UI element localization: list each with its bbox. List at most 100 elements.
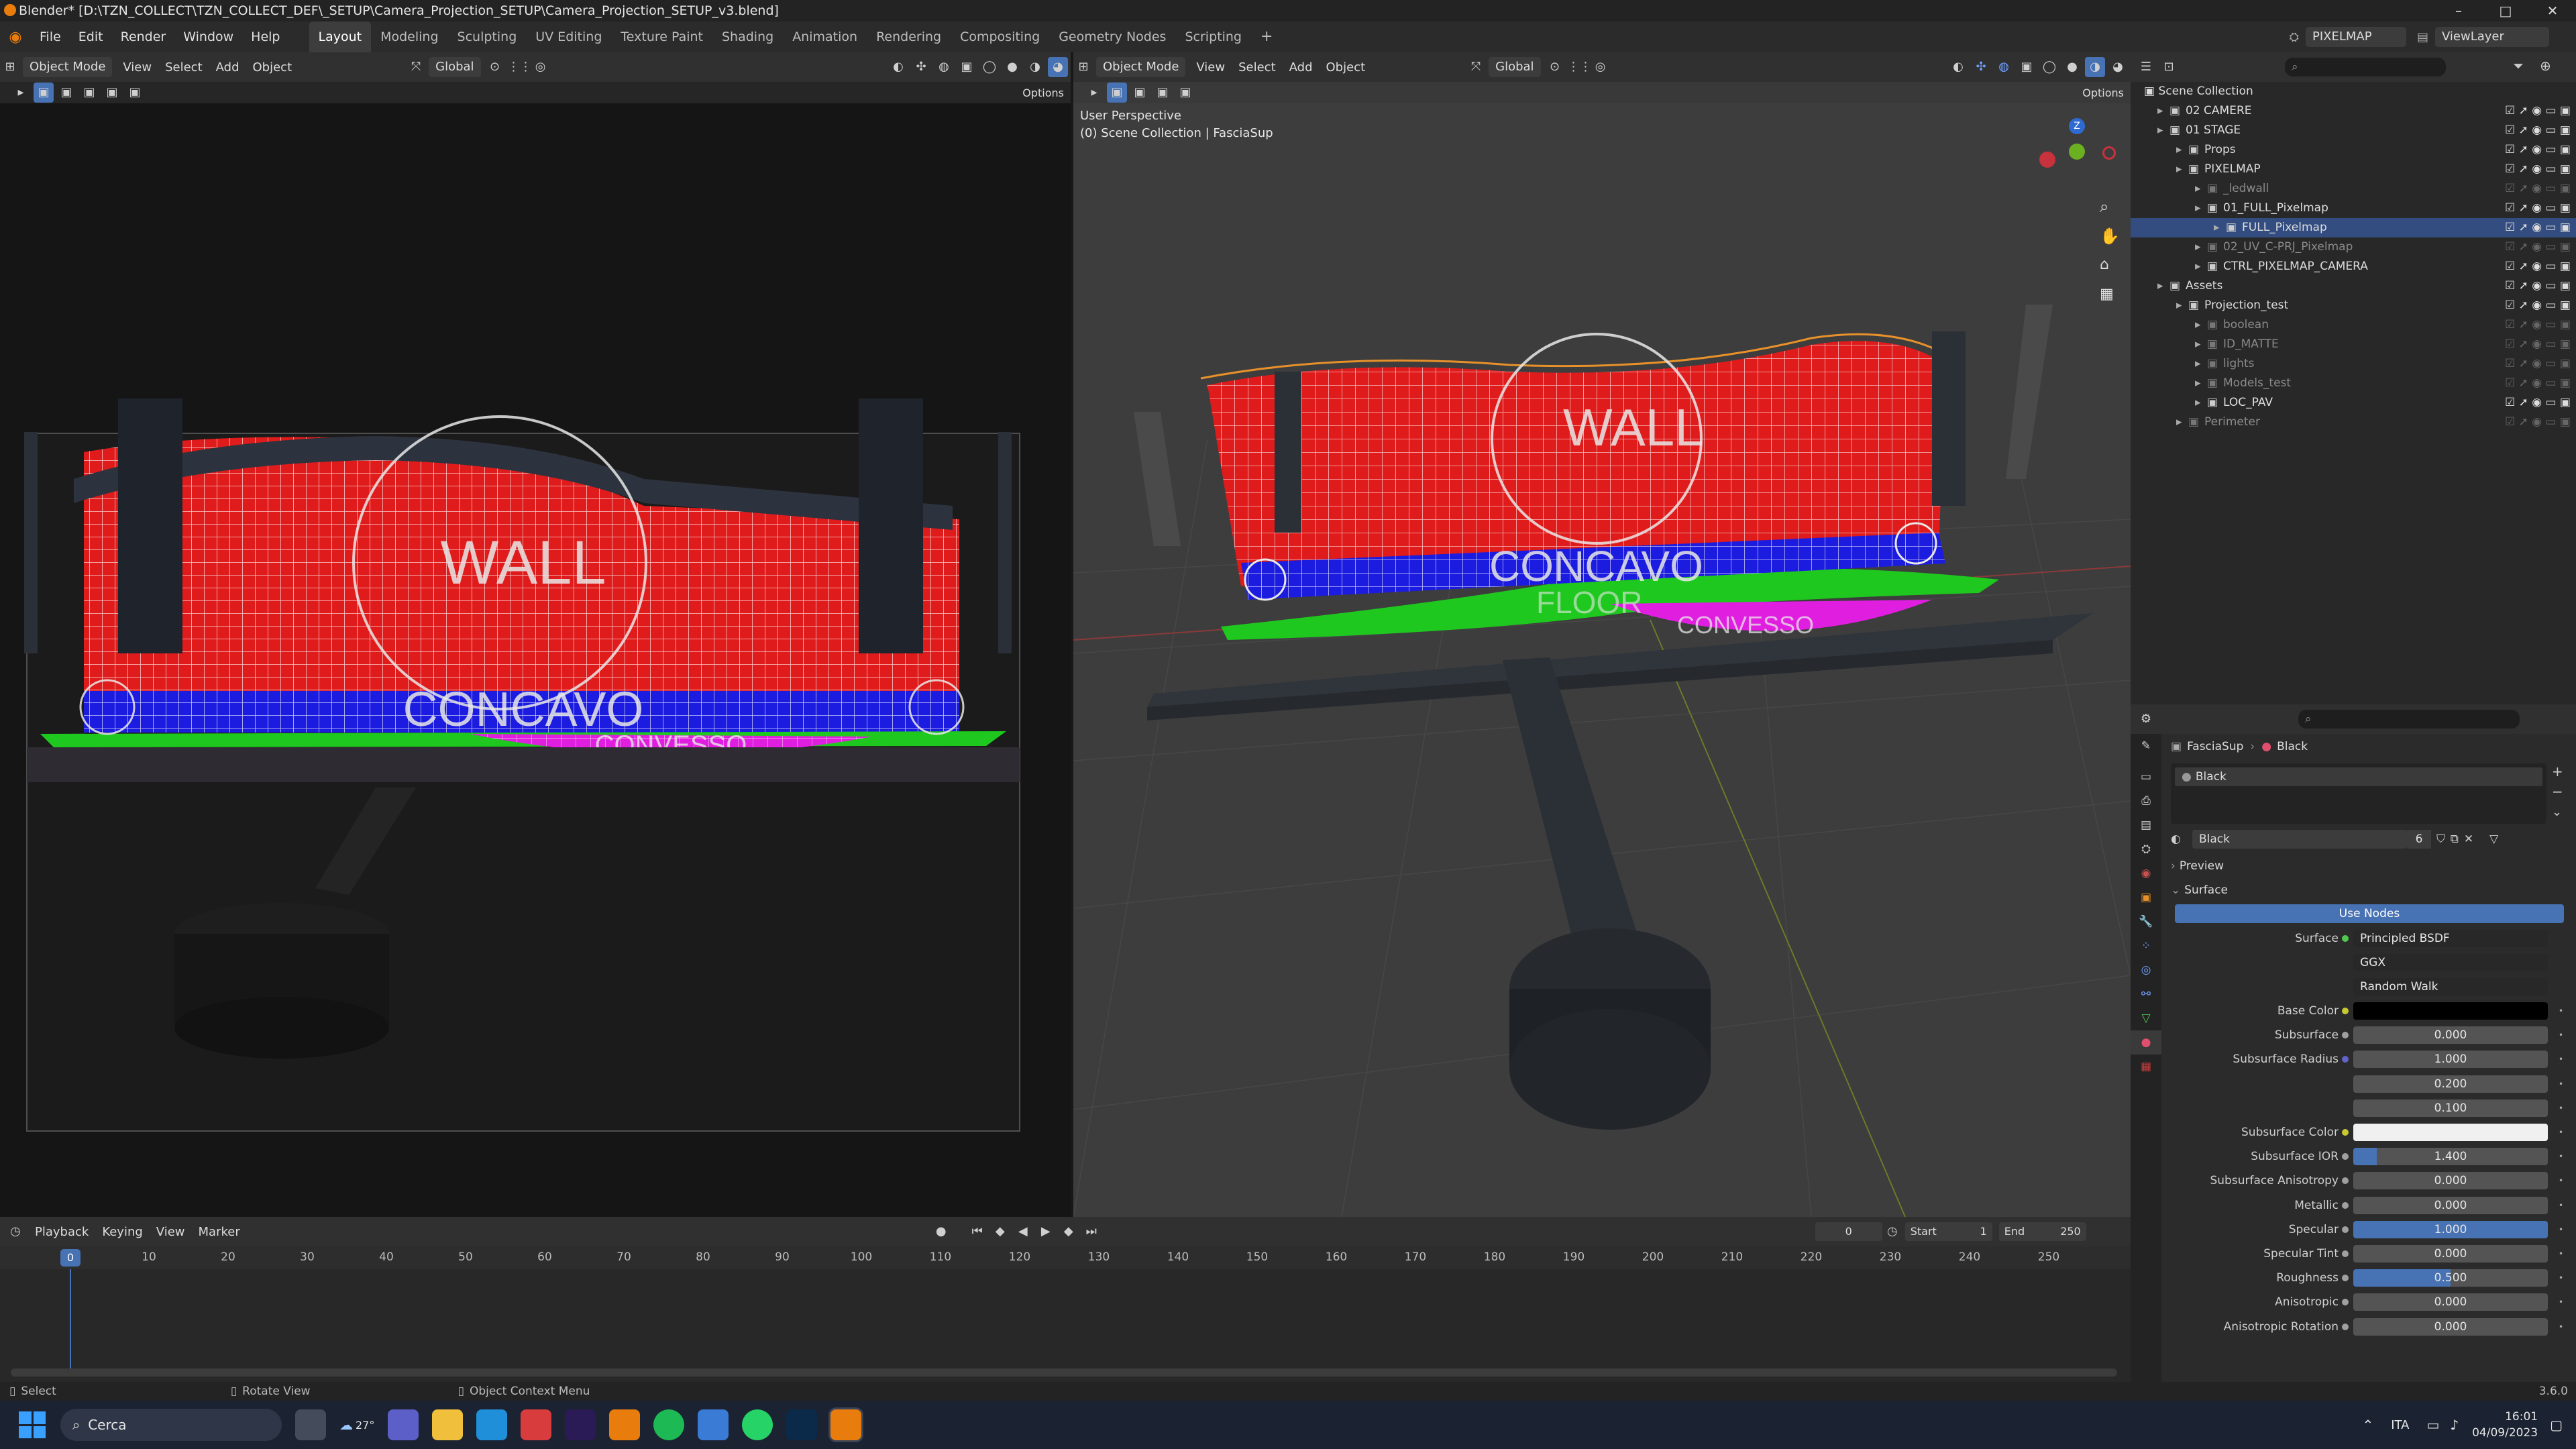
outliner-row[interactable]: ▸ ▣ 02_UV_C-PRJ_Pixelmap ☑ ➚ ◉ ▭ ▣ bbox=[2131, 237, 2576, 257]
editor-type-icon[interactable]: ⊞ bbox=[0, 57, 20, 77]
keyframe-dot-icon[interactable]: • bbox=[2559, 1176, 2563, 1185]
gizmo-icon[interactable]: ✣ bbox=[911, 57, 931, 77]
physics-tab-icon[interactable]: ◎ bbox=[2131, 958, 2161, 982]
scene-icon[interactable]: ⛭ bbox=[2283, 30, 2306, 44]
left-options-button[interactable]: Options bbox=[1016, 87, 1071, 99]
workspace-tab-animation[interactable]: Animation bbox=[783, 21, 867, 52]
view-layer-icon[interactable]: ▤ bbox=[2410, 30, 2435, 44]
param-field[interactable]: 0.000 bbox=[2353, 1293, 2548, 1311]
menu-render[interactable]: Render bbox=[112, 21, 175, 52]
param-field[interactable] bbox=[2353, 1002, 2548, 1020]
timeline-menu-keying[interactable]: Keying bbox=[95, 1225, 149, 1239]
after-effects-icon[interactable] bbox=[565, 1409, 596, 1440]
select-subtract-icon[interactable]: ▣ bbox=[79, 83, 99, 103]
visibility-toggles[interactable]: ☑ ➚ ◉ ▭ ▣ bbox=[2463, 101, 2571, 121]
keyframe-dot-icon[interactable]: • bbox=[2559, 1273, 2563, 1283]
display-mode-icon[interactable]: ⊡ bbox=[2159, 57, 2179, 77]
right-menu-add[interactable]: Add bbox=[1283, 60, 1320, 74]
surface-shader-field[interactable]: Principled BSDF bbox=[2353, 930, 2548, 947]
remove-slot-button[interactable]: − bbox=[2552, 784, 2563, 800]
socket-icon[interactable] bbox=[2342, 1153, 2349, 1161]
play-icon[interactable]: ▶ bbox=[1036, 1222, 1056, 1242]
play-reverse-icon[interactable]: ◀ bbox=[1013, 1222, 1033, 1242]
socket-icon[interactable] bbox=[2342, 1299, 2349, 1306]
overlay-icon[interactable]: ◍ bbox=[934, 57, 954, 77]
end-frame-field[interactable]: End 250 bbox=[1998, 1222, 2086, 1241]
scene-tab-icon[interactable]: ⛭ bbox=[2131, 837, 2161, 861]
keyframe-dot-icon[interactable]: • bbox=[2559, 1249, 2563, 1258]
solid-shading-icon-right[interactable]: ● bbox=[2062, 57, 2082, 77]
right-orientation-dropdown[interactable]: Global bbox=[1489, 57, 1541, 77]
material-tab-icon[interactable]: ● bbox=[2131, 1030, 2161, 1055]
left-menu-select[interactable]: Select bbox=[158, 60, 209, 74]
expand-arrow-icon[interactable]: ▸ bbox=[2195, 199, 2201, 218]
camera-view-icon[interactable]: ⌂ bbox=[2100, 256, 2109, 273]
view-layer-selector[interactable]: ViewLayer bbox=[2435, 27, 2549, 47]
edge-icon[interactable] bbox=[476, 1409, 508, 1440]
auto-key-icon[interactable]: ● bbox=[931, 1222, 951, 1242]
param-field[interactable]: 1.000 bbox=[2353, 1220, 2548, 1238]
filter-icon[interactable]: ⏷ bbox=[2513, 58, 2524, 74]
use-nodes-button[interactable]: Use Nodes bbox=[2175, 904, 2564, 923]
scene-selector[interactable]: PIXELMAP bbox=[2305, 27, 2406, 47]
workspace-tab-compositing[interactable]: Compositing bbox=[951, 21, 1049, 52]
socket-icon[interactable] bbox=[2342, 1201, 2349, 1209]
expand-arrow-icon[interactable]: ▸ bbox=[2195, 354, 2201, 374]
outliner-row[interactable]: ▸ ▣ boolean ☑ ➚ ◉ ▭ ▣ bbox=[2131, 315, 2576, 335]
taskbar-search-box[interactable]: ⌕ Cerca bbox=[60, 1409, 282, 1441]
timeline-menu-playback[interactable]: Playback bbox=[28, 1225, 95, 1239]
socket-icon[interactable] bbox=[2342, 1323, 2349, 1330]
visibility-icon[interactable]: ◐ bbox=[888, 57, 908, 77]
keyframe-dot-icon[interactable]: • bbox=[2559, 1201, 2563, 1210]
input-language[interactable]: ITA bbox=[2391, 1418, 2409, 1432]
right-mode-dropdown[interactable]: Object Mode bbox=[1096, 57, 1186, 77]
snap-icon[interactable]: ⋮⋮ bbox=[508, 57, 532, 77]
texture-tab-icon[interactable]: ▦ bbox=[2131, 1055, 2161, 1079]
user-count[interactable]: 6 bbox=[2407, 830, 2431, 849]
socket-icon[interactable] bbox=[2342, 1250, 2349, 1257]
blender-launcher-icon[interactable] bbox=[609, 1409, 641, 1440]
preview-range-icon[interactable]: ◷ bbox=[1882, 1222, 1902, 1242]
new-collection-icon[interactable]: ⊕ bbox=[2540, 58, 2551, 74]
fake-user-icon[interactable]: ⛉ bbox=[2436, 833, 2445, 846]
scene-collection-row[interactable]: ▣ Scene Collection bbox=[2144, 82, 2573, 101]
workspace-tab-layout[interactable]: Layout bbox=[309, 21, 372, 52]
expand-arrow-icon[interactable]: ▸ bbox=[2195, 393, 2201, 413]
outliner-search-input[interactable]: ⌕ bbox=[2285, 58, 2446, 76]
distribution-dropdown[interactable]: GGX bbox=[2353, 954, 2548, 971]
outliner-row[interactable]: ▸ ▣ 02 CAMERE ☑ ➚ ◉ ▭ ▣ bbox=[2131, 101, 2576, 121]
outliner-row[interactable]: ▸ ▣ LOC_PAV ☑ ➚ ◉ ▭ ▣ bbox=[2131, 393, 2576, 413]
select-invert-icon-right[interactable]: ▣ bbox=[1175, 83, 1195, 103]
expand-arrow-icon[interactable]: ▸ bbox=[2195, 374, 2201, 393]
spotify-icon[interactable] bbox=[653, 1409, 685, 1440]
select-box-mode-icon[interactable]: ▣ bbox=[34, 83, 54, 103]
keyframe-dot-icon[interactable]: • bbox=[2559, 1030, 2563, 1040]
socket-icon[interactable] bbox=[2342, 1226, 2349, 1233]
expand-arrow-icon[interactable]: ▸ bbox=[2195, 335, 2201, 354]
param-field[interactable] bbox=[2353, 1124, 2548, 1141]
wireframe-shading-icon-right[interactable]: ◯ bbox=[2039, 57, 2059, 77]
menu-edit[interactable]: Edit bbox=[70, 21, 112, 52]
workspace-tab-uv-editing[interactable]: UV Editing bbox=[526, 21, 611, 52]
param-field[interactable]: 0.000 bbox=[2353, 1245, 2548, 1263]
material-slot-list[interactable]: ● Black bbox=[2171, 763, 2546, 824]
clock[interactable]: 16:01 04/09/2023 bbox=[2472, 1409, 2538, 1441]
outliner-row[interactable]: ▸ ▣ 01_FULL_Pixelmap ☑ ➚ ◉ ▭ ▣ bbox=[2131, 199, 2576, 218]
jump-end-icon[interactable]: ⏭ bbox=[1081, 1222, 1102, 1242]
windows-start-icon[interactable] bbox=[19, 1411, 46, 1438]
visibility-toggles[interactable]: ☑ ➚ ◉ ▭ ▣ bbox=[2463, 257, 2571, 276]
notifications-icon[interactable]: ▢ bbox=[2550, 1417, 2563, 1433]
outliner-row[interactable]: ▸ ▣ FULL_Pixelmap ☑ ➚ ◉ ▭ ▣ bbox=[2131, 218, 2576, 237]
material-shading-icon[interactable]: ◑ bbox=[1025, 57, 1045, 77]
keyframe-dot-icon[interactable]: • bbox=[2559, 1006, 2563, 1016]
visibility-icon-right[interactable]: ◐ bbox=[1948, 57, 1968, 77]
param-field[interactable]: 0.100 bbox=[2353, 1099, 2548, 1117]
workspace-tab-shading[interactable]: Shading bbox=[712, 21, 783, 52]
zoom-icon[interactable]: ⌕ bbox=[2100, 197, 2108, 216]
expand-arrow-icon[interactable]: ▸ bbox=[2195, 179, 2201, 199]
overlay-icon-right[interactable]: ◍ bbox=[1994, 57, 2014, 77]
expand-arrow-icon[interactable]: ▸ bbox=[2176, 140, 2182, 160]
select-tool-icon-right[interactable]: ▸ bbox=[1084, 83, 1104, 103]
solid-shading-icon[interactable]: ● bbox=[1002, 57, 1022, 77]
outliner-row[interactable]: ▸ ▣ lights ☑ ➚ ◉ ▭ ▣ bbox=[2131, 354, 2576, 374]
